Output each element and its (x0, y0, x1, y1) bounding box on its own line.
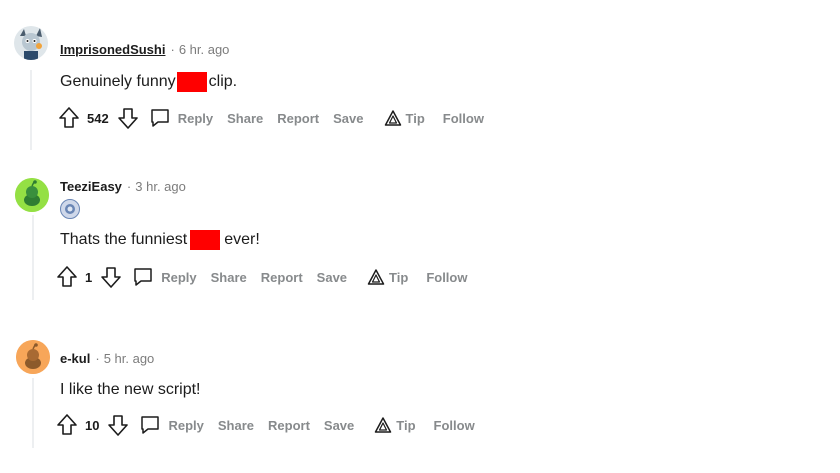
reply-label: Reply (161, 269, 197, 285)
arrow-up-icon[interactable] (56, 413, 78, 437)
follow-button[interactable]: Follow (443, 111, 484, 126)
user-avatar[interactable] (14, 26, 48, 60)
comment-body: Thats the funniest ever! (60, 229, 260, 251)
follow-button[interactable]: Follow (434, 418, 475, 433)
action-bar: 542 Reply Share Report Save Tip Follow (58, 105, 498, 131)
snoo-green-avatar-icon (15, 178, 49, 212)
tip-label: Tip (389, 269, 409, 285)
triangle-tip-icon (384, 109, 402, 127)
reply-button[interactable]: Reply (132, 266, 197, 288)
separator-dot: · (170, 42, 175, 57)
arrow-up-icon[interactable] (58, 106, 80, 130)
comment-text-before: Thats the funniest (60, 231, 188, 248)
user-flair-icon (60, 199, 80, 219)
vote-score: 542 (87, 110, 109, 126)
vote-score: 10 (85, 417, 100, 433)
arrow-up-icon[interactable] (56, 265, 78, 289)
username-link[interactable]: e-kul (60, 351, 90, 366)
speech-bubble-icon (132, 266, 154, 288)
save-button[interactable]: Save (324, 418, 354, 433)
report-button[interactable]: Report (261, 270, 303, 285)
tip-button[interactable]: Tip (367, 268, 408, 286)
share-button[interactable]: Share (227, 111, 263, 126)
comment-body: I like the new script! (60, 379, 201, 401)
save-button[interactable]: Save (317, 270, 347, 285)
tip-button[interactable]: Tip (374, 416, 416, 434)
separator-dot: · (95, 351, 100, 366)
comment-text-before: Genuinely funny (60, 73, 176, 90)
triangle-tip-icon (374, 416, 392, 434)
comment-body: Genuinely funny clip. (60, 71, 237, 93)
arrow-down-icon[interactable] (107, 413, 129, 437)
share-button[interactable]: Share (211, 270, 247, 285)
timestamp[interactable]: 6 hr. ago (179, 42, 230, 57)
timestamp[interactable]: 3 hr. ago (135, 179, 186, 194)
user-avatar[interactable] (15, 178, 49, 212)
reply-button[interactable]: Reply (139, 414, 204, 436)
vote-score: 1 (85, 269, 93, 285)
speech-bubble-icon (139, 414, 161, 436)
thread-line[interactable] (32, 215, 34, 300)
separator-dot: · (126, 179, 132, 194)
action-bar: 1 Reply Share Report Save Tip Follow (56, 264, 481, 290)
comment-text-after: ever! (224, 231, 260, 248)
reply-label: Reply (177, 110, 214, 126)
reply-label: Reply (168, 417, 204, 433)
timestamp[interactable]: 5 hr. ago (104, 351, 155, 366)
save-button[interactable]: Save (333, 111, 363, 126)
arrow-down-icon[interactable] (117, 106, 139, 130)
username-link[interactable]: ImprisonedSushi (60, 42, 165, 57)
username-link[interactable]: TeeziEasy (60, 179, 122, 194)
redaction-box (176, 72, 207, 92)
triangle-tip-icon (367, 268, 385, 286)
follow-button[interactable]: Follow (426, 270, 467, 285)
sushi-avatar-icon (14, 26, 48, 60)
comment-text: I like the new script! (60, 381, 201, 398)
tip-button[interactable]: Tip (384, 109, 425, 127)
snoo-orange-avatar-icon (16, 340, 50, 374)
speech-bubble-icon (149, 107, 171, 129)
reply-button[interactable]: Reply (149, 107, 213, 129)
report-button[interactable]: Report (268, 418, 310, 433)
report-button[interactable]: Report (277, 111, 319, 126)
user-avatar[interactable] (16, 340, 50, 374)
comment-header: e-kul · 5 hr. ago (60, 351, 154, 366)
arrow-down-icon[interactable] (100, 265, 122, 289)
comment-header: ImprisonedSushi · 6 hr. ago (60, 42, 229, 57)
action-bar: 10 Reply Share Report Save Tip Follow (56, 412, 489, 438)
tip-label: Tip (396, 417, 416, 433)
comment-header: TeeziEasy · 3 hr. ago (60, 179, 186, 194)
thread-line[interactable] (32, 378, 34, 448)
tip-label: Tip (405, 110, 425, 126)
redaction-box (190, 230, 221, 250)
share-button[interactable]: Share (218, 418, 254, 433)
comment-text-after: clip. (208, 73, 238, 90)
thread-line[interactable] (30, 70, 32, 150)
